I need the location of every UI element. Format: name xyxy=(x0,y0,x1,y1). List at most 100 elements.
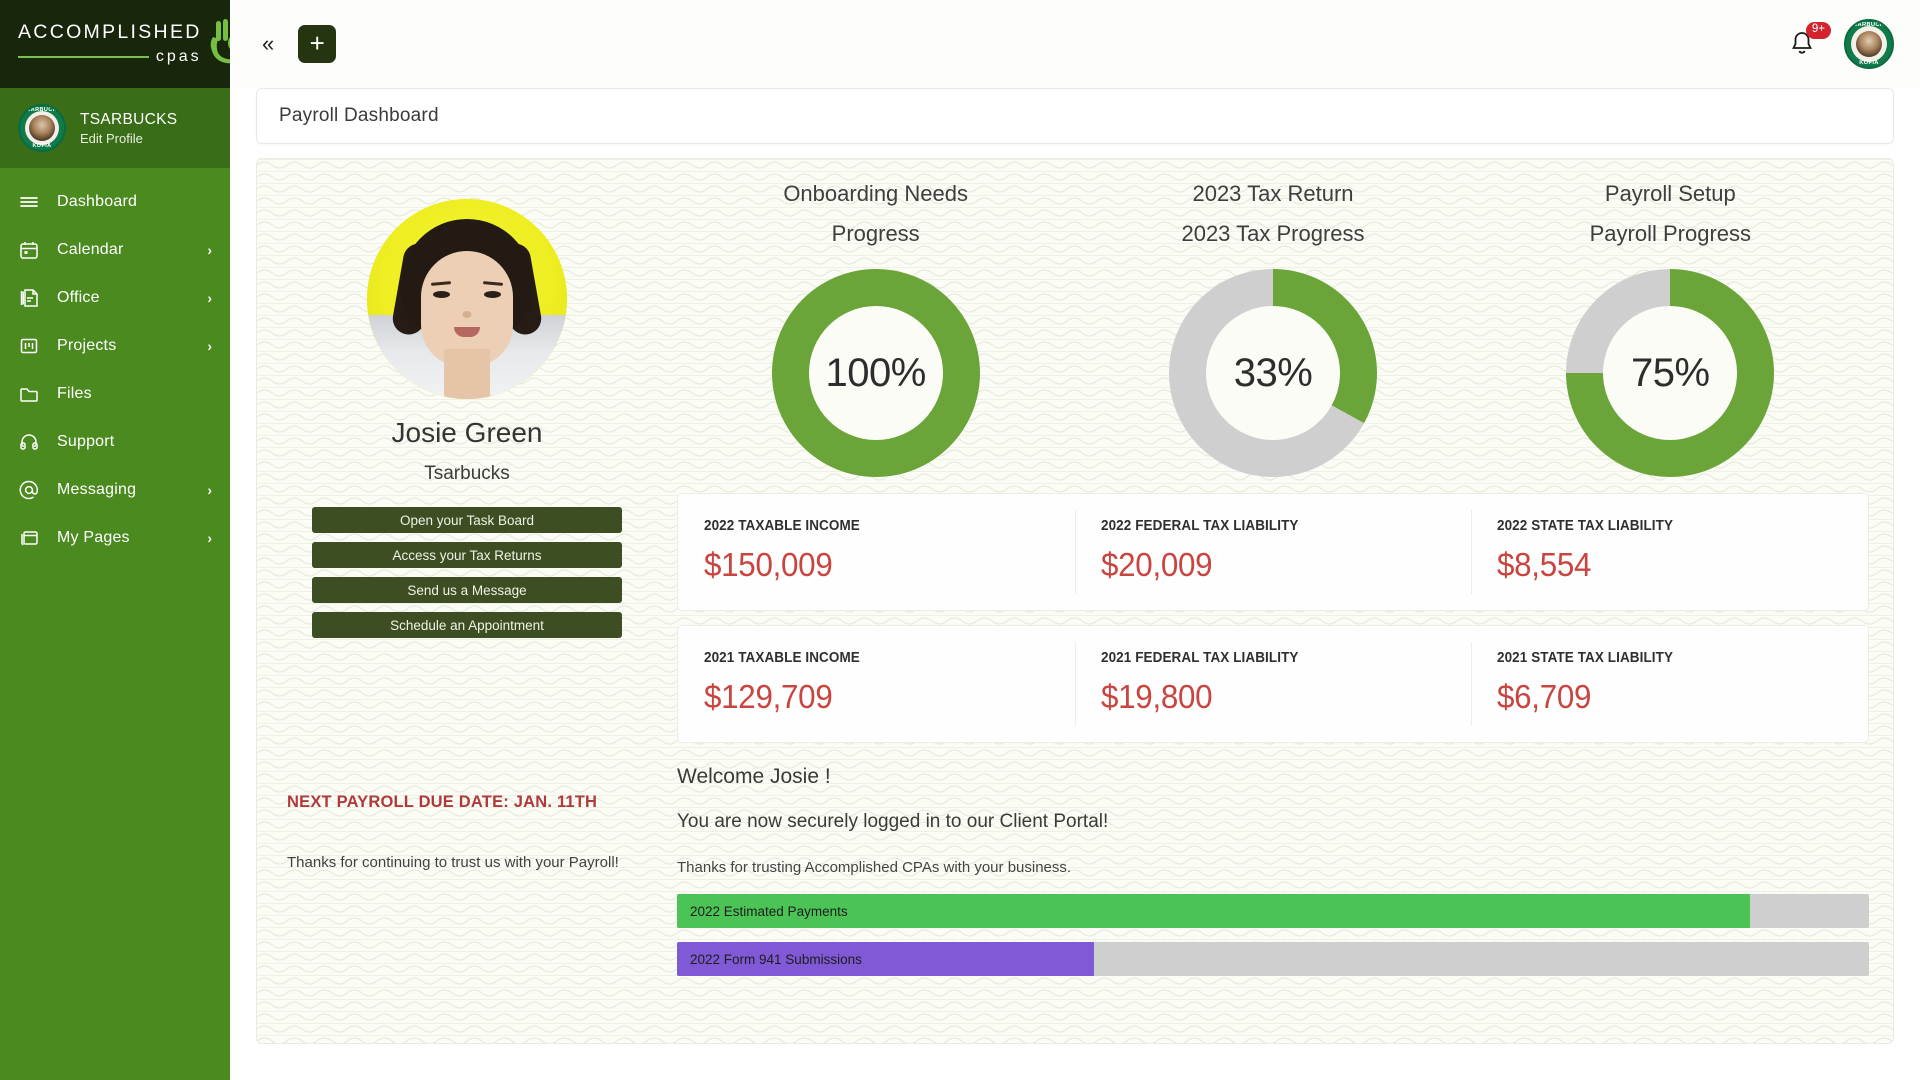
profile-photo xyxy=(367,199,567,399)
sidebar: ACCOMPLISHED cpas xyxy=(0,0,230,1080)
menu-icon xyxy=(18,191,40,213)
sidebar-item-projects[interactable]: Projects › xyxy=(0,322,230,370)
profile-action-buttons: Open your Task Board Access your Tax Ret… xyxy=(312,507,622,638)
donut-value: 75% xyxy=(1631,351,1710,396)
brand-divider xyxy=(18,56,149,58)
donut-chart: 33% xyxy=(1169,269,1377,477)
access-tax-returns-button[interactable]: Access your Tax Returns xyxy=(312,542,622,568)
calendar-icon xyxy=(18,239,40,261)
stat-2022-taxable-income: 2022 TAXABLE INCOME $150,009 xyxy=(678,494,1075,610)
plus-icon: + xyxy=(310,30,325,56)
edit-profile-link[interactable]: Edit Profile xyxy=(80,131,177,146)
stat-label: 2021 FEDERAL TAX LIABILITY xyxy=(1101,650,1422,666)
brand-subtitle: cpas xyxy=(156,49,202,65)
chevron-right-icon: › xyxy=(207,530,212,546)
main-area: « + 9+ TSARBUCKS KOFIA xyxy=(230,0,1920,1080)
headset-icon xyxy=(18,431,40,453)
donut-value: 33% xyxy=(1234,351,1313,396)
notification-badge: 9+ xyxy=(1806,22,1831,39)
payroll-note: NEXT PAYROLL DUE DATE: JAN. 11TH Thanks … xyxy=(287,793,647,871)
donut-subtitle: Payroll Progress xyxy=(1590,221,1751,247)
sidebar-item-files[interactable]: Files xyxy=(0,370,230,418)
donut-chart: 100% xyxy=(772,269,980,477)
chevron-right-icon: › xyxy=(207,338,212,354)
donut-onboarding: Onboarding Needs Progress 100% xyxy=(677,181,1074,477)
schedule-appointment-button[interactable]: Schedule an Appointment xyxy=(312,612,622,638)
top-bar-right: 9+ TSARBUCKS KOFIA xyxy=(1786,19,1894,69)
stat-2021-federal-tax-liability: 2021 FEDERAL TAX LIABILITY $19,800 xyxy=(1075,626,1472,742)
brand-name: ACCOMPLISHED xyxy=(18,23,202,43)
sidebar-item-label: Messaging xyxy=(57,481,190,499)
sidebar-item-label: Office xyxy=(57,289,190,307)
top-bar: « + 9+ TSARBUCKS KOFIA xyxy=(230,0,1920,88)
sidebar-item-support[interactable]: Support xyxy=(0,418,230,466)
welcome-message: Welcome Josie ! You are now securely log… xyxy=(677,765,1869,876)
stat-label: 2021 STATE TAX LIABILITY xyxy=(1497,650,1818,666)
tsarbucks-avatar: TSARBUCKS KOFIA xyxy=(18,104,66,152)
notifications-button[interactable]: 9+ xyxy=(1786,28,1818,60)
avatar-top-text: TSARBUCKS xyxy=(1846,22,1892,28)
stat-label: 2022 STATE TAX LIABILITY xyxy=(1497,518,1818,534)
collapse-sidebar-button[interactable]: « xyxy=(256,29,280,59)
add-button[interactable]: + xyxy=(298,25,336,63)
avatar-bottom-text: KOFIA xyxy=(1846,60,1892,66)
donut-chart: 75% xyxy=(1566,269,1774,477)
profile-column: Josie Green Tsarbucks Open your Task Boa… xyxy=(257,159,677,1043)
progress-bar-label: 2022 Form 941 Submissions xyxy=(690,942,862,976)
avatar-bottom-text: KOFIA xyxy=(20,143,64,149)
avatar-top-text: TSARBUCKS xyxy=(20,107,64,113)
donut-subtitle: 2023 Tax Progress xyxy=(1181,221,1364,247)
page-title: Payroll Dashboard xyxy=(279,105,439,127)
stat-value: $19,800 xyxy=(1101,678,1428,716)
chevron-right-icon: › xyxy=(207,242,212,258)
donut-payroll-setup: Payroll Setup Payroll Progress 75% xyxy=(1472,181,1869,477)
kanban-icon xyxy=(18,335,40,357)
stat-2022-state-tax-liability: 2022 STATE TAX LIABILITY $8,554 xyxy=(1471,494,1868,610)
stat-value: $20,009 xyxy=(1101,546,1428,584)
progress-bar-label: 2022 Estimated Payments xyxy=(690,894,848,928)
sidebar-item-my-pages[interactable]: My Pages › xyxy=(0,514,230,562)
dashboard-panel: Josie Green Tsarbucks Open your Task Boa… xyxy=(256,158,1894,1044)
sidebar-item-label: Files xyxy=(57,385,195,403)
donut-subtitle: Progress xyxy=(832,221,920,247)
chevron-right-icon: › xyxy=(207,290,212,306)
welcome-line-3: Thanks for trusting Accomplished CPAs wi… xyxy=(677,859,1869,876)
progress-bar-estimated-payments: 2022 Estimated Payments xyxy=(677,894,1869,928)
folder-icon xyxy=(18,383,40,405)
stats-card-2021: 2021 TAXABLE INCOME $129,709 2021 FEDERA… xyxy=(677,625,1869,743)
sidebar-item-label: My Pages xyxy=(57,529,190,547)
sidebar-item-label: Projects xyxy=(57,337,190,355)
donut-title: 2023 Tax Return xyxy=(1192,181,1353,207)
sidebar-item-calendar[interactable]: Calendar › xyxy=(0,226,230,274)
stat-2021-taxable-income: 2021 TAXABLE INCOME $129,709 xyxy=(678,626,1075,742)
app-root: ACCOMPLISHED cpas xyxy=(0,0,1920,1080)
sidebar-item-office[interactable]: Office › xyxy=(0,274,230,322)
send-message-button[interactable]: Send us a Message xyxy=(312,577,622,603)
sidebar-nav: Dashboard Calendar › xyxy=(0,168,230,562)
sidebar-item-dashboard[interactable]: Dashboard xyxy=(0,178,230,226)
user-avatar[interactable]: TSARBUCKS KOFIA xyxy=(1844,19,1894,69)
sidebar-item-messaging[interactable]: Messaging › xyxy=(0,466,230,514)
stat-label: 2021 TAXABLE INCOME xyxy=(704,650,1025,666)
document-icon xyxy=(18,287,40,309)
donut-title: Payroll Setup xyxy=(1605,181,1736,207)
stat-2021-state-tax-liability: 2021 STATE TAX LIABILITY $6,709 xyxy=(1471,626,1868,742)
donut-title: Onboarding Needs xyxy=(783,181,968,207)
progress-bar-form-941: 2022 Form 941 Submissions xyxy=(677,942,1869,976)
stat-value: $6,709 xyxy=(1497,678,1824,716)
at-sign-icon xyxy=(18,479,40,501)
chevron-right-icon: › xyxy=(207,482,212,498)
stat-2022-federal-tax-liability: 2022 FEDERAL TAX LIABILITY $20,009 xyxy=(1075,494,1472,610)
sidebar-user-profile[interactable]: TSARBUCKS KOFIA TSARBUCKS Edit Profile xyxy=(0,88,230,168)
progress-donuts: Onboarding Needs Progress 100% 2023 Tax … xyxy=(677,181,1869,477)
stat-label: 2022 TAXABLE INCOME xyxy=(704,518,1025,534)
window-icon xyxy=(18,527,40,549)
progress-bars: 2022 Estimated Payments 2022 Form 941 Su… xyxy=(677,894,1869,990)
brand-logo[interactable]: ACCOMPLISHED cpas xyxy=(0,0,230,88)
page-content: Payroll Dashboard xyxy=(230,88,1920,1080)
stat-value: $8,554 xyxy=(1497,546,1824,584)
open-task-board-button[interactable]: Open your Task Board xyxy=(312,507,622,533)
welcome-line-1: Welcome Josie ! xyxy=(677,765,1869,789)
payroll-thanks-text: Thanks for continuing to trust us with y… xyxy=(287,854,647,871)
sidebar-item-label: Support xyxy=(57,433,195,451)
